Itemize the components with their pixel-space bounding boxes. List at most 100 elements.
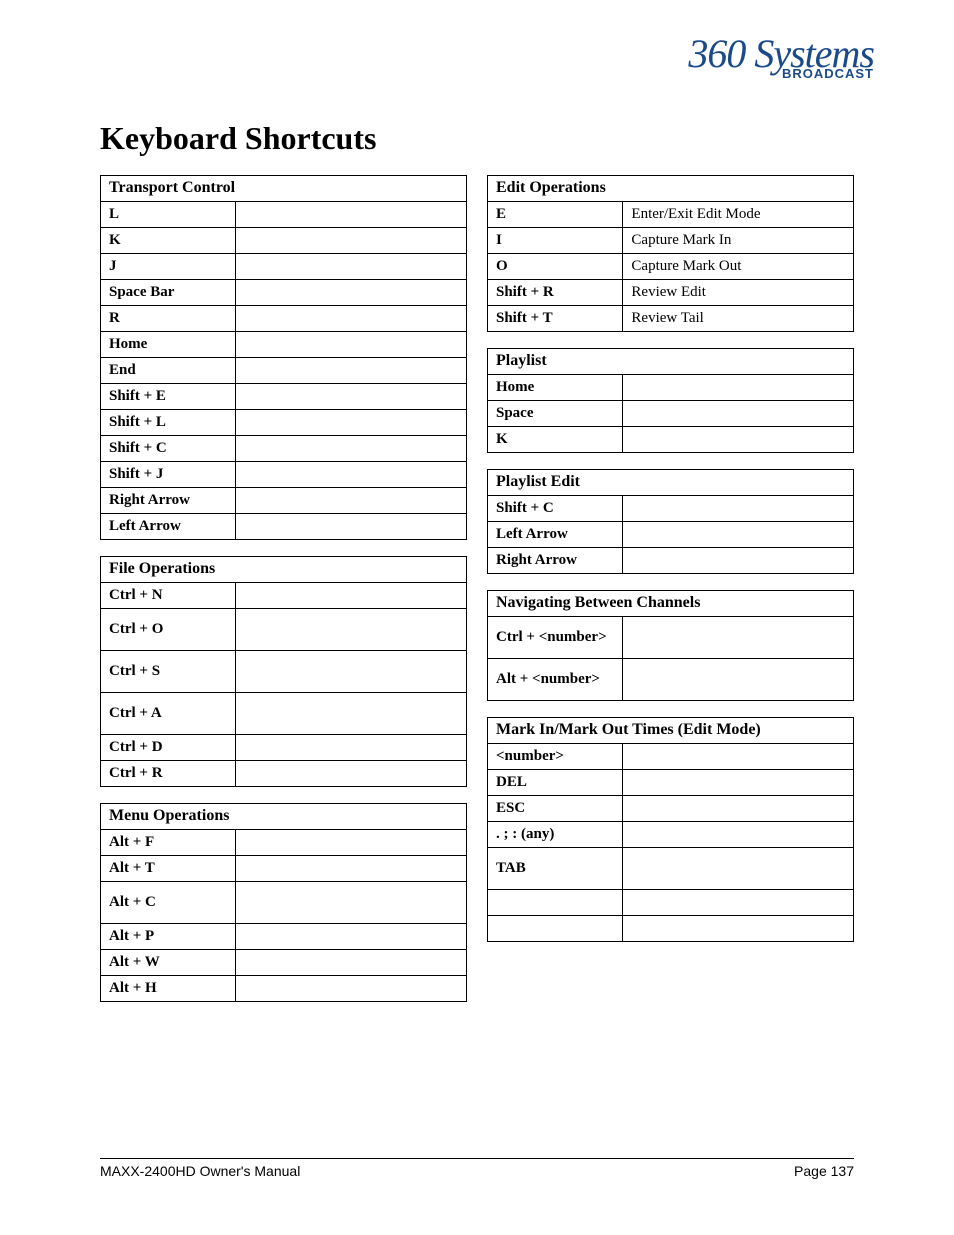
shortcut-desc — [236, 735, 467, 761]
shortcut-desc — [236, 436, 467, 462]
shortcut-desc — [236, 924, 467, 950]
table-row: Alt + W — [101, 950, 467, 976]
table-row: End — [101, 358, 467, 384]
table-row: <number> — [488, 744, 854, 770]
shortcut-key: E — [488, 202, 623, 228]
shortcut-desc — [623, 822, 854, 848]
table-row: Alt + H — [101, 976, 467, 1002]
shortcut-desc — [623, 496, 854, 522]
shortcut-desc — [236, 280, 467, 306]
shortcut-table: Playlist EditShift + CLeft ArrowRight Ar… — [487, 469, 854, 574]
shortcut-key: DEL — [488, 770, 623, 796]
page-footer: MAXX-2400HD Owner's Manual Page 137 — [100, 1158, 854, 1179]
table-row: Shift + RReview Edit — [488, 280, 854, 306]
shortcut-desc — [236, 202, 467, 228]
shortcut-key: R — [101, 306, 236, 332]
shortcut-desc — [236, 410, 467, 436]
shortcut-key — [488, 916, 623, 942]
shortcut-key: Ctrl + D — [101, 735, 236, 761]
shortcut-key: Home — [101, 332, 236, 358]
shortcut-desc — [623, 796, 854, 822]
brand-logo: 360 Systems BROADCAST — [688, 38, 874, 81]
shortcut-key: Alt + W — [101, 950, 236, 976]
shortcut-desc: Enter/Exit Edit Mode — [623, 202, 854, 228]
shortcut-key: Shift + T — [488, 306, 623, 332]
shortcut-desc: Capture Mark Out — [623, 254, 854, 280]
section-title: Navigating Between Channels — [488, 591, 854, 617]
table-row: Ctrl + A — [101, 693, 467, 735]
shortcut-key: Alt + T — [101, 856, 236, 882]
footer-left: MAXX-2400HD Owner's Manual — [100, 1163, 300, 1179]
shortcut-key: Home — [488, 375, 623, 401]
shortcut-key: Ctrl + R — [101, 761, 236, 787]
shortcut-desc — [236, 609, 467, 651]
table-row: EEnter/Exit Edit Mode — [488, 202, 854, 228]
table-row: K — [488, 427, 854, 453]
shortcut-desc — [623, 401, 854, 427]
shortcut-desc — [236, 514, 467, 540]
table-row: Alt + F — [101, 830, 467, 856]
shortcut-key: Ctrl + O — [101, 609, 236, 651]
shortcut-key: K — [101, 228, 236, 254]
table-row: Ctrl + R — [101, 761, 467, 787]
table-row: Shift + TReview Tail — [488, 306, 854, 332]
section-title: File Operations — [101, 557, 467, 583]
shortcut-desc — [623, 916, 854, 942]
shortcut-key: Alt + C — [101, 882, 236, 924]
table-row: Shift + C — [101, 436, 467, 462]
shortcut-key: Alt + H — [101, 976, 236, 1002]
table-row: J — [101, 254, 467, 280]
shortcut-key: <number> — [488, 744, 623, 770]
shortcut-key — [488, 890, 623, 916]
table-row: Alt + <number> — [488, 659, 854, 701]
table-row: Ctrl + O — [101, 609, 467, 651]
shortcut-table: Mark In/Mark Out Times (Edit Mode)<numbe… — [487, 717, 854, 942]
shortcut-desc: Review Tail — [623, 306, 854, 332]
table-row: Home — [101, 332, 467, 358]
table-row: Space Bar — [101, 280, 467, 306]
shortcut-table: Edit OperationsEEnter/Exit Edit ModeICap… — [487, 175, 854, 332]
shortcut-desc — [236, 228, 467, 254]
shortcut-desc — [236, 306, 467, 332]
table-row: Space — [488, 401, 854, 427]
shortcut-desc: Capture Mark In — [623, 228, 854, 254]
shortcut-key: Shift + E — [101, 384, 236, 410]
shortcut-desc — [623, 890, 854, 916]
shortcut-table: PlaylistHomeSpaceK — [487, 348, 854, 453]
shortcut-key: Shift + R — [488, 280, 623, 306]
shortcut-key: ESC — [488, 796, 623, 822]
shortcut-table: Navigating Between ChannelsCtrl + <numbe… — [487, 590, 854, 701]
table-row: Ctrl + D — [101, 735, 467, 761]
shortcut-desc — [623, 744, 854, 770]
shortcut-key: Alt + F — [101, 830, 236, 856]
shortcut-desc — [236, 462, 467, 488]
right-column: Edit OperationsEEnter/Exit Edit ModeICap… — [487, 175, 854, 1002]
shortcut-desc — [236, 693, 467, 735]
shortcut-key: K — [488, 427, 623, 453]
shortcut-desc — [236, 882, 467, 924]
shortcut-table: Menu OperationsAlt + FAlt + TAlt + CAlt … — [100, 803, 467, 1002]
section-title: Edit Operations — [488, 176, 854, 202]
shortcut-key: Alt + P — [101, 924, 236, 950]
shortcut-desc — [236, 384, 467, 410]
table-row: Left Arrow — [101, 514, 467, 540]
table-row: Shift + E — [101, 384, 467, 410]
table-row — [488, 916, 854, 942]
shortcut-desc — [623, 848, 854, 890]
table-row: Home — [488, 375, 854, 401]
shortcut-key: Ctrl + N — [101, 583, 236, 609]
shortcut-key: Space Bar — [101, 280, 236, 306]
shortcut-key: End — [101, 358, 236, 384]
shortcut-key: Left Arrow — [101, 514, 236, 540]
shortcut-desc — [236, 856, 467, 882]
shortcut-key: O — [488, 254, 623, 280]
shortcut-key: . ; : (any) — [488, 822, 623, 848]
table-row: Ctrl + <number> — [488, 617, 854, 659]
table-row: K — [101, 228, 467, 254]
shortcut-desc — [623, 659, 854, 701]
footer-right: Page 137 — [794, 1163, 854, 1179]
shortcut-desc: Review Edit — [623, 280, 854, 306]
page-heading: Keyboard Shortcuts — [100, 120, 854, 157]
section-title: Mark In/Mark Out Times (Edit Mode) — [488, 718, 854, 744]
shortcut-desc — [623, 522, 854, 548]
